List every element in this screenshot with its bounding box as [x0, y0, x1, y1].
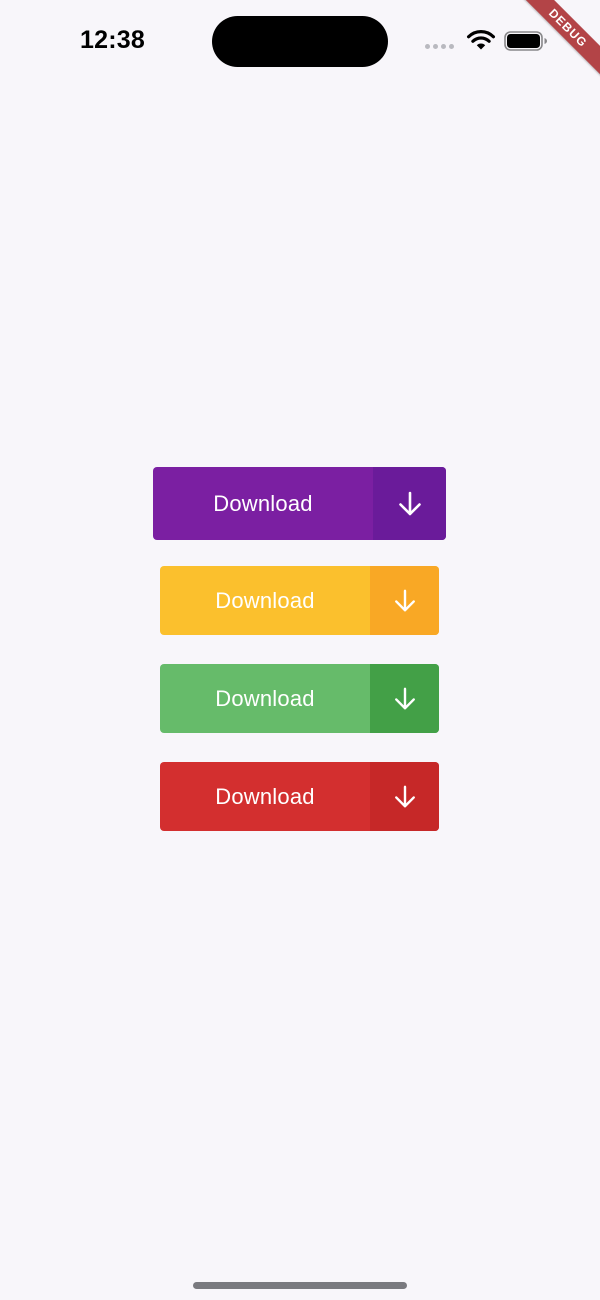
- download-button-label: Download: [215, 685, 315, 711]
- debug-banner: DEBUG: [510, 0, 600, 90]
- arrow-down-icon: [398, 491, 421, 515]
- cellular-signal-icon: [425, 44, 454, 49]
- download-button-red[interactable]: Download: [160, 762, 439, 831]
- app-screen: 12:38 DEBUG Download Download Download D…: [0, 0, 600, 1300]
- download-button-yellow[interactable]: Download: [160, 566, 439, 635]
- download-icon-box: [370, 566, 439, 635]
- wifi-icon: [467, 30, 495, 50]
- download-icon-box: [373, 467, 446, 540]
- download-button-purple[interactable]: Download: [153, 467, 446, 540]
- arrow-down-icon: [394, 785, 415, 807]
- arrow-down-icon: [394, 589, 415, 611]
- arrow-down-icon: [394, 687, 415, 709]
- download-icon-box: [370, 762, 439, 831]
- home-indicator[interactable]: [193, 1282, 407, 1289]
- download-icon-box: [370, 664, 439, 733]
- status-bar-time: 12:38: [80, 26, 145, 54]
- download-button-green[interactable]: Download: [160, 664, 439, 733]
- download-button-label: Download: [215, 587, 315, 613]
- dynamic-island: [212, 16, 388, 67]
- download-button-label: Download: [215, 783, 315, 809]
- debug-banner-label: DEBUG: [514, 0, 600, 82]
- download-button-label: Download: [213, 490, 313, 516]
